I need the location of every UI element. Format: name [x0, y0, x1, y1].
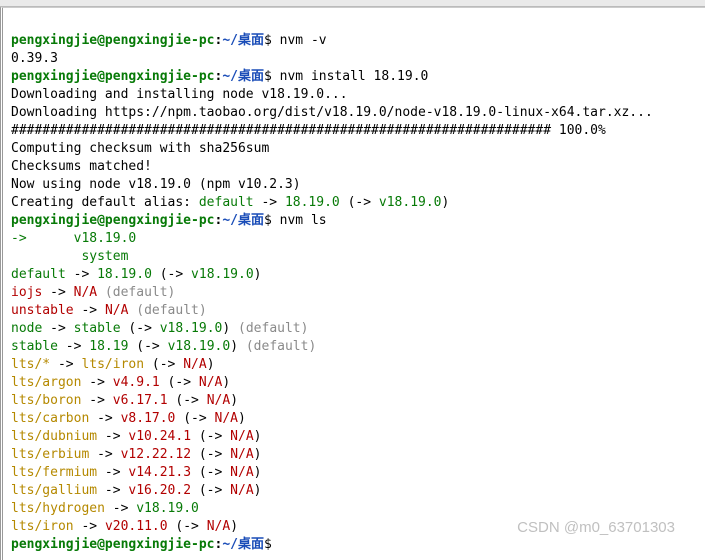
ls-lts-dubnium: lts/dubnium	[11, 429, 97, 444]
ls-lts-carbon: lts/carbon	[11, 411, 89, 426]
ls-lts-erbium: lts/erbium	[11, 447, 89, 462]
ls-current-arrow: ->	[11, 231, 27, 246]
watermark: CSDN @m0_63701303	[517, 519, 675, 537]
ls-lts-boron: lts/boron	[11, 393, 81, 408]
ls-iojs: iojs	[11, 285, 42, 300]
install-line: Downloading https://npm.taobao.org/dist/…	[11, 105, 653, 120]
ls-lts-iron: lts/iron	[11, 519, 74, 534]
install-line: Checksums matched!	[11, 159, 152, 174]
nvm-version-output: 0.39.3	[11, 51, 58, 66]
prompt-user: pengxingjie@pengxingjie-pc	[11, 537, 215, 552]
ls-lts-hydrogen: lts/hydrogen	[11, 501, 105, 516]
terminal-output[interactable]: pengxingjie@pengxingjie-pc:~/桌面$ nvm -v …	[0, 7, 705, 560]
install-line: Computing checksum with sha256sum	[11, 141, 269, 156]
install-line: Downloading and installing node v18.19.0…	[11, 87, 348, 102]
cmd-nvm-v: nvm -v	[280, 33, 327, 48]
ls-stable: stable	[11, 339, 58, 354]
ls-lts-fermium: lts/fermium	[11, 465, 97, 480]
prompt-path: ~/桌面	[222, 33, 264, 48]
ls-current-version: v18.19.0	[74, 231, 137, 246]
prompt-user: pengxingjie@pengxingjie-pc	[11, 69, 215, 84]
alias-line: Creating default alias: default -> 18.19…	[11, 195, 449, 210]
ls-default: default	[11, 267, 66, 282]
ls-system: system	[81, 249, 128, 264]
install-line: Now using node v18.19.0 (npm v10.2.3)	[11, 177, 301, 192]
cmd-nvm-ls: nvm ls	[280, 213, 327, 228]
ls-lts-argon: lts/argon	[11, 375, 81, 390]
ls-node: node	[11, 321, 42, 336]
prompt-user: pengxingjie@pengxingjie-pc	[11, 213, 215, 228]
cmd-nvm-install: nvm install 18.19.0	[280, 69, 429, 84]
prompt-suffix: $	[264, 33, 272, 48]
ls-lts-star: lts/*	[11, 357, 50, 372]
ls-lts-gallium: lts/gallium	[11, 483, 97, 498]
ls-unstable: unstable	[11, 303, 74, 318]
prompt-user: pengxingjie@pengxingjie-pc	[11, 33, 215, 48]
install-progress: ########################################…	[11, 123, 606, 138]
